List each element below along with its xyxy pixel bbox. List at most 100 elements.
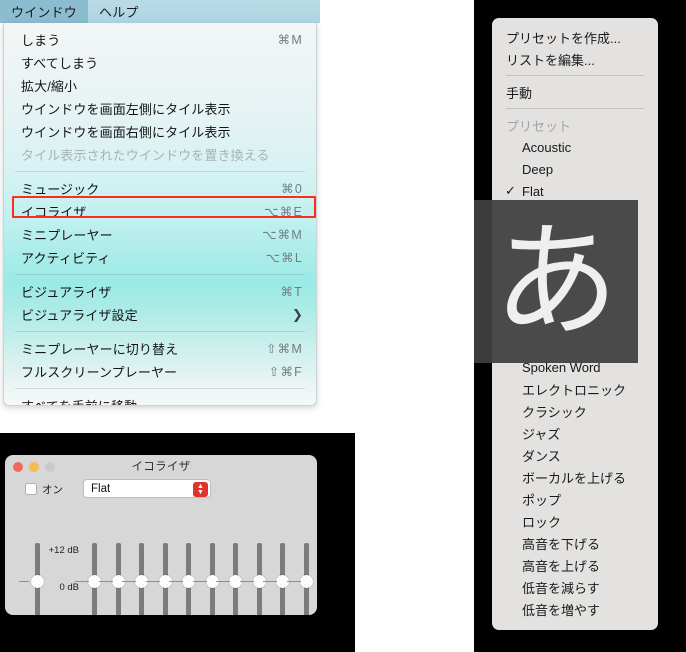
db-max-label: +12 dB (48, 545, 79, 556)
menu-item-bring-all-to-front[interactable]: すべてを手前に移動 (4, 394, 316, 405)
preset-item-label: 低音を減らす (522, 580, 600, 596)
menu-item-label: イコライザ (21, 205, 87, 220)
menu-item-label: すべてしまう (21, 56, 99, 71)
preset-item-label: ボーカルを上げる (522, 470, 627, 486)
equalizer-on-label: オン (42, 483, 63, 496)
menubar-item-window[interactable]: ウインドウ (0, 0, 89, 23)
preset-item-pop[interactable]: ポップ (492, 488, 658, 510)
equalizer-on-checkbox[interactable] (25, 483, 37, 495)
equalizer-preset-value: Flat (91, 482, 111, 495)
chevron-right-icon: ❯ (292, 306, 303, 322)
menu-item-label: フルスクリーンプレーヤー (21, 365, 178, 380)
equalizer-slider-area: +12 dB 0 dB -12 dB プリアンプ 32641252505001K… (5, 503, 317, 615)
zero-tick (75, 581, 89, 582)
equalizer-titlebar[interactable]: イコライザ (5, 455, 317, 477)
menu-item-shortcut: ⌘0 (281, 182, 303, 196)
menu-item-switch-to-miniplayer[interactable]: ミニプレーヤーに切り替え ⇧⌘M (4, 337, 316, 360)
preamp-slider-knob[interactable] (31, 574, 44, 588)
preset-item-label: 低音を増やす (522, 602, 601, 618)
close-button-icon[interactable] (13, 462, 23, 472)
preset-item-rock[interactable]: ロック (492, 510, 658, 532)
menu-item-minimize-all[interactable]: すべてしまう (4, 51, 316, 74)
preset-item-edit-list[interactable]: リストを編集... (492, 48, 658, 70)
menu-separator (15, 274, 305, 275)
zero-tick (216, 581, 230, 582)
menu-item-zoom[interactable]: 拡大/縮小 (4, 74, 316, 97)
preset-item-vocal-boost[interactable]: ボーカルを上げる (492, 466, 658, 488)
band-16K-slider-knob[interactable] (299, 574, 313, 588)
menu-separator (15, 171, 305, 172)
minimize-button-icon[interactable] (29, 462, 39, 472)
preset-item-bass-booster[interactable]: 低音を増やす (492, 598, 658, 620)
menu-item-shortcut: ⌥⌘L (265, 251, 303, 265)
menubar-item-help[interactable]: ヘルプ (88, 0, 150, 23)
menu-separator (15, 331, 305, 332)
zero-tick (19, 581, 29, 582)
preset-item-label: Acoustic (522, 139, 572, 155)
preset-section-header: プリセット (492, 114, 658, 136)
menu-separator (15, 388, 305, 389)
menu-item-music[interactable]: ミュージック ⌘0 (4, 177, 316, 200)
menu-item-visualizer[interactable]: ビジュアライザ ⌘T (4, 280, 316, 303)
preset-item-create[interactable]: プリセットを作成... (492, 26, 658, 48)
menu-item-shortcut: ⌥⌘E (264, 205, 303, 219)
preset-item-deep[interactable]: Deep (492, 158, 658, 180)
preset-item-label: プリセットを作成... (506, 30, 621, 46)
zero-tick (145, 581, 160, 582)
preset-item-dance[interactable]: ダンス (492, 444, 658, 466)
db-zero-label: 0 dB (59, 582, 79, 593)
menu-item-label: ウインドウを画面右側にタイル表示 (21, 125, 231, 140)
menu-item-shortcut: ⌘M (277, 33, 303, 47)
preset-item-bass-reducer[interactable]: 低音を減らす (492, 576, 658, 598)
preset-item-treble-booster[interactable]: 高音を上げる (492, 554, 658, 576)
menu-item-equalizer[interactable]: イコライザ ⌥⌘E (4, 200, 316, 223)
preset-item-manual[interactable]: 手動 (492, 81, 658, 103)
menu-item-tile-right[interactable]: ウインドウを画面右側にタイル表示 (4, 120, 316, 143)
menu-item-label: アクティビティ (21, 251, 111, 266)
preset-item-classical[interactable]: クラシック (492, 400, 658, 422)
preset-item-label: エレクトロニック (522, 382, 627, 398)
preset-separator (506, 75, 644, 76)
preset-item-label: ポップ (522, 492, 562, 508)
preset-item-electronic[interactable]: エレクトロニック (492, 378, 658, 400)
menu-item-label: ミニプレーヤーに切り替え (21, 342, 179, 357)
preset-item-label: ダンス (522, 448, 561, 464)
menu-item-tile-left[interactable]: ウインドウを画面左側にタイル表示 (4, 97, 316, 120)
zero-tick (122, 581, 136, 582)
menu-item-shortcut: ⌘T (280, 285, 303, 299)
page-background-middle (355, 433, 474, 652)
checkmark-icon: ✓ (505, 183, 516, 198)
ime-input-mode-overlay: あ (474, 200, 638, 363)
menu-item-miniplayer[interactable]: ミニプレーヤー ⌥⌘M (4, 223, 316, 246)
menu-item-label: ビジュアライザ (21, 285, 112, 300)
menu-item-shortcut: ⌥⌘M (262, 228, 303, 242)
preset-item-label: ロック (522, 514, 562, 530)
menu-item-minimize[interactable]: しまう ⌘M (4, 28, 316, 51)
preset-item-treble-reducer[interactable]: 高音を下げる (492, 532, 658, 554)
preset-item-label: 高音を上げる (522, 558, 601, 574)
menu-item-label: タイル表示されたウインドウを置き換える (21, 148, 270, 163)
preset-item-label: 手動 (506, 85, 533, 101)
preset-item-label: 高音を下げる (522, 536, 601, 552)
preset-item-jazz[interactable]: ジャズ (492, 422, 658, 444)
menu-item-visualizer-settings[interactable]: ビジュアライザ設定 ❯ (4, 303, 316, 326)
zero-tick (192, 581, 207, 582)
equalizer-preset-select[interactable]: Flat ▲ ▼ (83, 479, 211, 498)
menu-item-label: ミニプレーヤー (21, 228, 113, 243)
preset-item-label: Flat (522, 183, 544, 199)
preset-item-acoustic[interactable]: Acoustic (492, 136, 658, 158)
preset-item-flat[interactable]: ✓ Flat (492, 180, 658, 202)
preset-item-label: Deep (522, 161, 554, 177)
menu-item-shortcut: ⇧⌘F (268, 365, 303, 379)
equalizer-controls-row: オン Flat ▲ ▼ (5, 477, 317, 501)
menu-item-label: ウインドウを画面左側にタイル表示 (21, 102, 231, 117)
equalizer-window-title: イコライザ (131, 461, 191, 473)
menu-item-shortcut: ⇧⌘M (266, 342, 303, 356)
window-dropdown-menu: しまう ⌘M すべてしまう 拡大/縮小 ウインドウを画面左側にタイル表示 ウイン… (3, 23, 317, 406)
menu-item-fullscreen-player[interactable]: フルスクリーンプレーヤー ⇧⌘F (4, 360, 316, 383)
zero-tick (286, 581, 301, 582)
preset-item-label: クラシック (522, 404, 587, 420)
traffic-lights (13, 462, 55, 472)
menu-item-activity[interactable]: アクティビティ ⌥⌘L (4, 246, 316, 269)
zero-tick (263, 581, 277, 582)
